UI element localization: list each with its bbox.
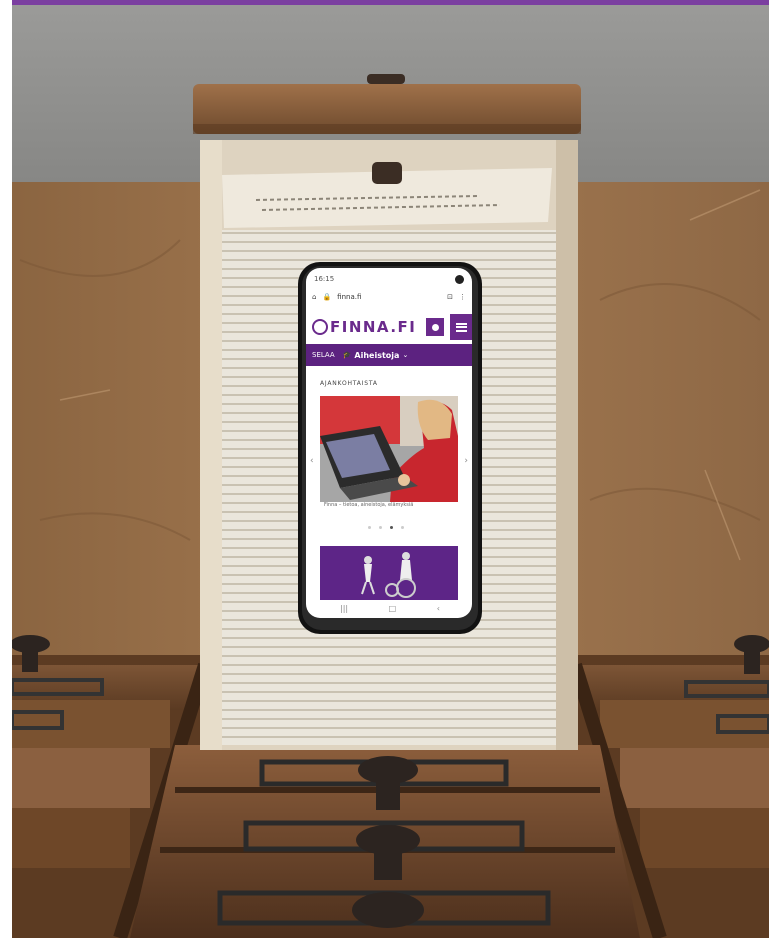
- recent-apps-icon[interactable]: |||: [340, 604, 348, 613]
- camera-icon: [455, 274, 464, 284]
- tabs-icon[interactable]: ⊡: [447, 293, 453, 301]
- nav-topic[interactable]: 🎓 Aiheistoja ⌄: [343, 351, 409, 360]
- carousel-next-icon[interactable]: ›: [464, 456, 468, 466]
- carousel-dot[interactable]: [379, 526, 382, 529]
- status-time: 16:15: [314, 275, 335, 283]
- carousel-prev-icon[interactable]: ‹: [310, 456, 314, 466]
- home-icon[interactable]: ⌂: [312, 293, 316, 301]
- site-navbar: SELAA 🎓 Aiheistoja ⌄: [306, 344, 472, 366]
- carousel-image[interactable]: [320, 396, 458, 502]
- photo-frame: 16:15 ⌂ 🔒 finna.fi ⊡ ⋮ FINNA.FI SELAA 🎓 …: [0, 0, 769, 938]
- feature-card-image: [320, 546, 458, 600]
- carousel-dot-active[interactable]: [390, 526, 393, 529]
- status-bar: 16:15: [314, 273, 464, 285]
- news-carousel[interactable]: ‹ ›: [310, 396, 468, 502]
- nav-topic-label: Aiheistoja: [354, 350, 400, 360]
- section-title: AJANKOHTAISTA: [320, 380, 378, 387]
- left-border: [0, 0, 12, 938]
- carousel-dots: [368, 526, 404, 529]
- menu-button[interactable]: [450, 314, 472, 340]
- graduation-cap-icon: 🎓: [342, 351, 352, 359]
- user-button[interactable]: [426, 318, 444, 336]
- user-icon: [431, 323, 439, 331]
- carousel-dot[interactable]: [368, 526, 371, 529]
- home-button-icon[interactable]: □: [389, 604, 397, 613]
- phone-screen: 16:15 ⌂ 🔒 finna.fi ⊡ ⋮ FINNA.FI SELAA 🎓 …: [306, 268, 472, 618]
- more-vert-icon[interactable]: ⋮: [459, 293, 466, 301]
- site-header: FINNA.FI: [306, 312, 472, 342]
- carousel-caption[interactable]: Finna – tietoa, aineistoja, elämyksiä: [324, 502, 413, 508]
- back-icon[interactable]: ‹: [437, 604, 440, 613]
- feature-card[interactable]: [320, 546, 458, 600]
- carousel-dot[interactable]: [401, 526, 404, 529]
- logo-text: FINNA.FI: [330, 318, 417, 336]
- smartphone: 16:15 ⌂ 🔒 finna.fi ⊡ ⋮ FINNA.FI SELAA 🎓 …: [298, 262, 482, 634]
- android-nav-bar: ||| □ ‹: [340, 604, 440, 613]
- chevron-down-icon: ⌄: [402, 351, 409, 359]
- lock-icon: 🔒: [322, 293, 332, 301]
- menu-icon: [455, 322, 467, 332]
- finna-logo[interactable]: FINNA.FI: [312, 318, 416, 336]
- nav-browse[interactable]: SELAA: [312, 351, 335, 359]
- browser-url-bar[interactable]: ⌂ 🔒 finna.fi ⊡ ⋮: [312, 290, 466, 304]
- finna-logo-mark: [312, 319, 328, 335]
- top-border: [0, 0, 769, 5]
- url-text[interactable]: finna.fi: [337, 293, 441, 301]
